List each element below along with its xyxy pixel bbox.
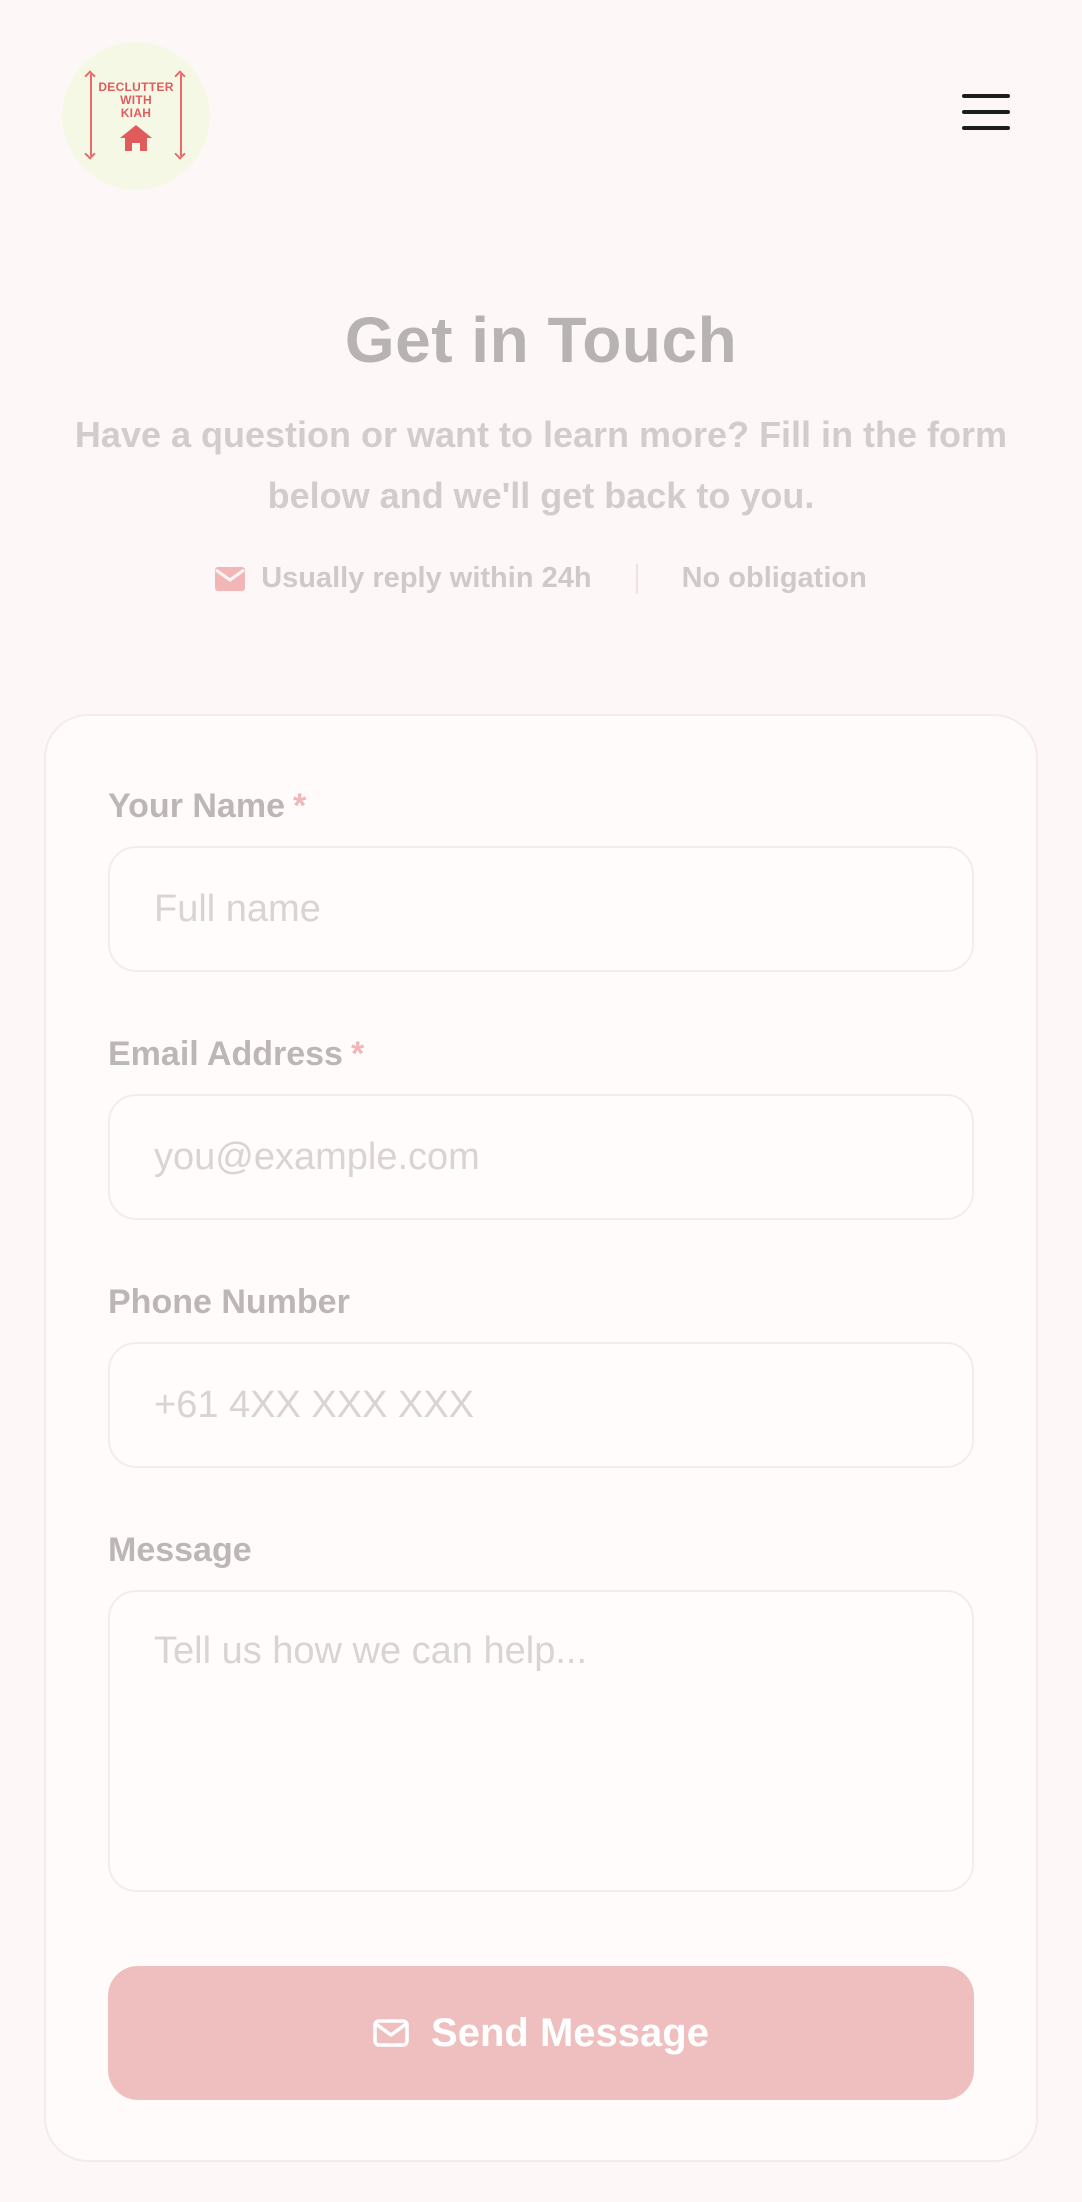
contact-page: DECLUTTER WITH KIAH Get in Touch Have a … xyxy=(0,0,1082,2202)
logo-text: DECLUTTER WITH KIAH xyxy=(96,79,176,120)
required-mark: * xyxy=(292,787,307,825)
logo-line-3: KIAH xyxy=(120,105,152,120)
page-title: Get in Touch xyxy=(344,304,738,376)
email-input[interactable]: you@example.com xyxy=(108,1094,974,1220)
site-logo[interactable]: DECLUTTER WITH KIAH xyxy=(62,42,210,190)
logo-line-1: DECLUTTER xyxy=(98,79,174,94)
house-icon xyxy=(120,124,152,151)
logo-arrow-right-icon xyxy=(180,74,182,156)
message-field-group: Message Tell us how we can help... xyxy=(108,1530,974,1892)
page-subtitle: Have a question or want to learn more? F… xyxy=(74,414,1008,516)
reply-time-badge: Usually reply within 24h xyxy=(215,562,592,595)
no-obligation-badge: No obligation xyxy=(682,562,867,595)
badge-divider xyxy=(635,563,638,594)
email-placeholder: you@example.com xyxy=(154,1135,480,1178)
hamburger-icon-bar-2 xyxy=(962,110,1010,114)
logo-line-2: WITH xyxy=(120,92,152,107)
hamburger-icon-bar-3 xyxy=(962,126,1010,130)
send-message-label: Send Message xyxy=(431,2010,709,2055)
email-field-group: Email Address * you@example.com xyxy=(108,1034,974,1220)
message-textarea[interactable]: Tell us how we can help... xyxy=(108,1590,974,1892)
hamburger-icon-bar-1 xyxy=(962,94,1010,98)
phone-field-group: Phone Number +61 4XX XXX XXX xyxy=(108,1282,974,1468)
phone-label: Phone Number xyxy=(108,1283,350,1321)
contact-form: Your Name * Full name Email Address * you@… xyxy=(44,714,1038,2162)
site-header: DECLUTTER WITH KIAH xyxy=(0,0,1082,230)
email-label: Email Address * xyxy=(108,1034,974,1074)
menu-button[interactable] xyxy=(958,90,1014,134)
name-input[interactable]: Full name xyxy=(108,846,974,972)
logo-arrow-left-icon xyxy=(90,74,92,156)
name-placeholder: Full name xyxy=(154,887,321,930)
message-placeholder: Tell us how we can help... xyxy=(154,1630,588,1672)
hero-section: Get in Touch Have a question or want to … xyxy=(0,300,1082,595)
name-field-group: Your Name * Full name xyxy=(108,786,974,972)
mail-icon xyxy=(373,2019,409,2047)
name-label-text: Your Name xyxy=(108,787,285,825)
phone-input[interactable]: +61 4XX XXX XXX xyxy=(108,1342,974,1468)
envelope-icon xyxy=(215,566,246,591)
message-label: Message xyxy=(108,1531,252,1569)
send-message-button[interactable]: Send Message xyxy=(108,1966,974,2100)
required-mark: * xyxy=(350,1035,365,1073)
no-obligation-text: No obligation xyxy=(681,562,867,594)
reply-time-text: Usually reply within 24h xyxy=(261,562,592,594)
info-badges: Usually reply within 24h No obligation xyxy=(0,562,1082,595)
phone-placeholder: +61 4XX XXX XXX xyxy=(154,1383,475,1426)
email-label-text: Email Address xyxy=(108,1035,343,1073)
name-label: Your Name * xyxy=(108,786,974,826)
